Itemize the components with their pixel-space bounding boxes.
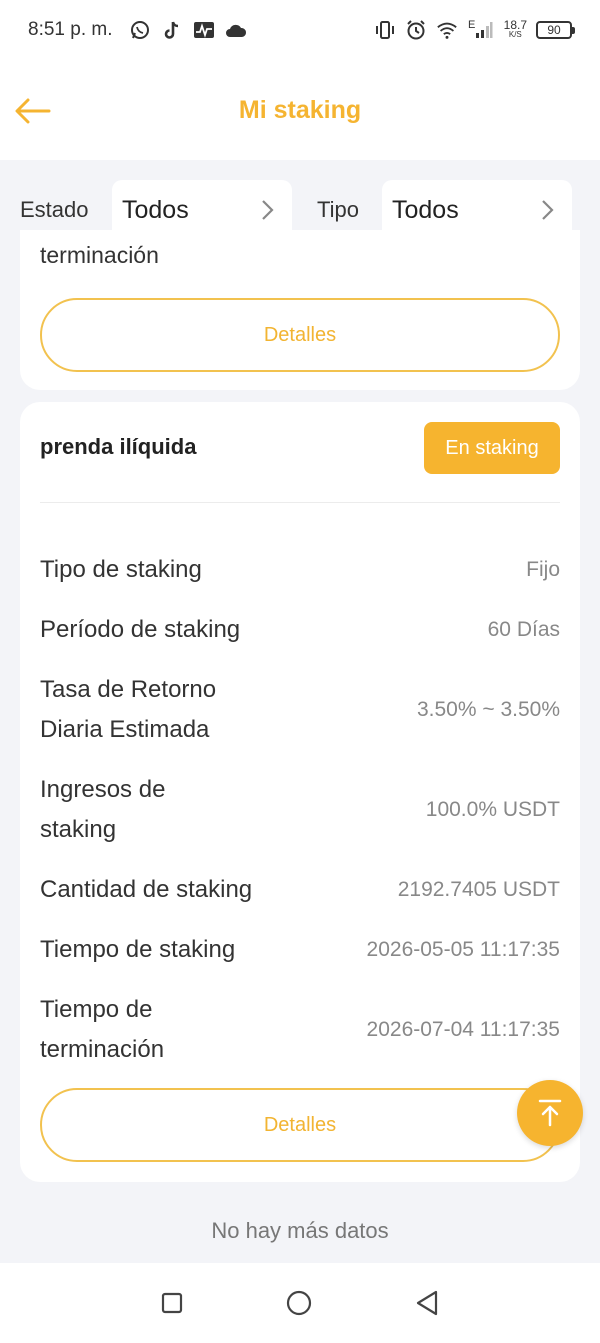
- arrow-left-icon: [15, 98, 51, 124]
- row-value: 2026-07-04 11:17:35: [366, 1018, 560, 1041]
- stake-card-previous: terminación Detalles: [20, 230, 580, 390]
- row-label: Tiempo de terminación: [40, 996, 165, 1063]
- card-title: prenda ilíquida: [40, 434, 197, 459]
- network-speed: 18.7 K/S: [503, 18, 527, 40]
- battery-indicator: 90: [536, 21, 575, 39]
- cloud-icon: [225, 19, 247, 41]
- arrow-up-icon: [538, 1099, 562, 1127]
- alarm-icon: [405, 19, 427, 41]
- details-button[interactable]: Detalles: [40, 298, 560, 372]
- partial-label: terminación: [40, 242, 159, 268]
- signal-icon: E: [467, 19, 495, 41]
- wifi-icon: [436, 19, 458, 41]
- system-nav-bar: [0, 1263, 600, 1343]
- home-icon[interactable]: [285, 1289, 313, 1317]
- network-type: E: [467, 19, 476, 31]
- divider: [40, 502, 560, 503]
- row-tasa: Tasa de Retorno Diaria Estimada 3.50% ~ …: [40, 670, 560, 750]
- row-terminacion: Tiempo de terminación 2026-07-04 11:17:3…: [40, 990, 560, 1070]
- status-bar: 8:51 p. m. E 18.7 K/S 90: [0, 0, 600, 60]
- tipo-value: Todos: [392, 195, 459, 224]
- row-value: 100.0% USDT: [425, 798, 560, 821]
- activity-icon: [193, 19, 215, 41]
- back-nav-icon[interactable]: [414, 1289, 440, 1317]
- row-value: Fijo: [526, 558, 560, 581]
- status-left: 8:51 p. m.: [28, 19, 247, 41]
- status-time: 8:51 p. m.: [28, 19, 113, 40]
- row-label: Período de staking: [40, 616, 241, 643]
- status-badge: En staking: [424, 422, 560, 474]
- whatsapp-icon: [129, 19, 151, 41]
- tiktok-icon: [161, 19, 183, 41]
- row-value: 2192.7405 USDT: [397, 878, 560, 901]
- page-title: Mi staking: [238, 95, 362, 124]
- chevron-right-icon: [542, 200, 554, 220]
- row-label: Tasa de Retorno Diaria Estimada: [40, 676, 217, 743]
- row-periodo: Período de staking 60 Días: [40, 610, 560, 650]
- stake-card: prenda ilíquida En staking Tipo de staki…: [20, 402, 580, 1182]
- row-value: 2026-05-05 11:17:35: [366, 938, 560, 961]
- row-label: Tiempo de staking: [40, 936, 236, 963]
- tipo-label: Tipo: [317, 197, 359, 222]
- estado-value: Todos: [122, 195, 189, 224]
- row-cantidad: Cantidad de staking 2192.7405 USDT: [40, 870, 560, 910]
- no-more-data: No hay más datos: [211, 1218, 389, 1243]
- row-tipo: Tipo de staking Fijo: [40, 550, 560, 590]
- app-header: Mi staking: [0, 60, 600, 160]
- estado-label: Estado: [20, 197, 89, 222]
- row-label: Ingresos de staking: [40, 776, 166, 843]
- battery-level: 90: [547, 23, 561, 37]
- back-button[interactable]: [12, 90, 54, 132]
- chevron-right-icon: [262, 200, 274, 220]
- recents-icon[interactable]: [160, 1291, 184, 1315]
- row-tiempo: Tiempo de staking 2026-05-05 11:17:35: [40, 930, 560, 970]
- status-right: E 18.7 K/S 90: [374, 18, 575, 41]
- row-label: Cantidad de staking: [40, 876, 253, 903]
- row-ingresos: Ingresos de staking 100.0% USDT: [40, 770, 560, 850]
- row-value: 3.50% ~ 3.50%: [416, 698, 560, 721]
- scroll-top-button[interactable]: [517, 1080, 583, 1146]
- row-value: 60 Días: [487, 618, 560, 641]
- speed-unit: K/S: [508, 30, 522, 39]
- speed-value: 18.7: [503, 18, 527, 32]
- row-label: Tipo de staking: [40, 556, 202, 583]
- details-button[interactable]: Detalles: [40, 1088, 560, 1162]
- vibrate-icon: [374, 19, 396, 41]
